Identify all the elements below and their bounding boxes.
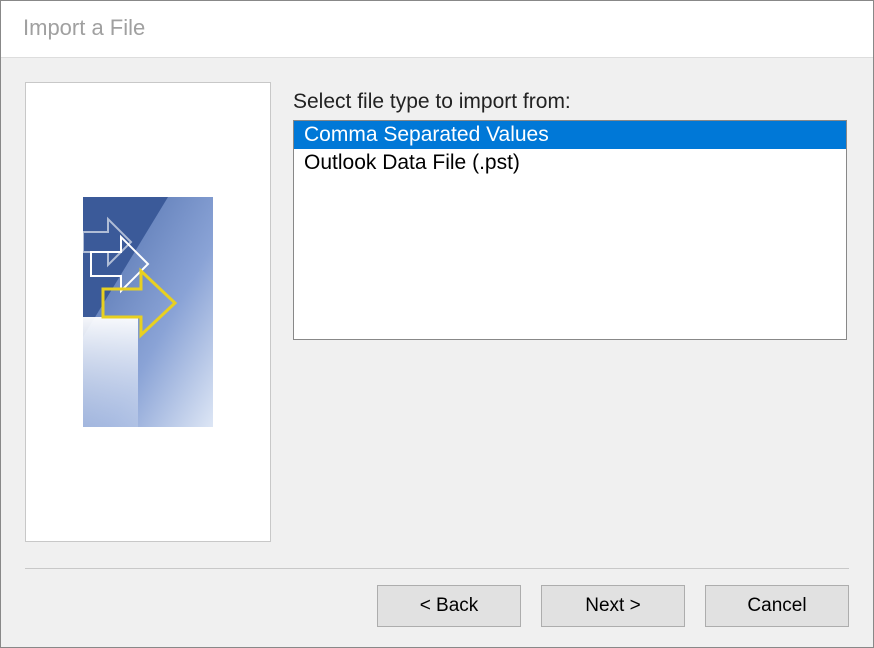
- button-bar: < Back Next > Cancel: [1, 568, 873, 647]
- file-type-listbox[interactable]: Comma Separated Values Outlook Data File…: [293, 120, 847, 340]
- file-type-option-pst[interactable]: Outlook Data File (.pst): [294, 149, 846, 177]
- wizard-buttons: < Back Next > Cancel: [25, 585, 849, 627]
- cancel-button[interactable]: Cancel: [705, 585, 849, 627]
- content-area: Select file type to import from: Comma S…: [1, 57, 873, 568]
- file-type-panel: Select file type to import from: Comma S…: [293, 82, 849, 568]
- wizard-image-panel: [25, 82, 271, 542]
- import-file-wizard-window: Import a File: [0, 0, 874, 648]
- back-button[interactable]: < Back: [377, 585, 521, 627]
- window-title: Import a File: [1, 1, 873, 57]
- next-button[interactable]: Next >: [541, 585, 685, 627]
- import-wizard-graphic: [83, 197, 213, 427]
- prompt-label: Select file type to import from:: [293, 90, 849, 114]
- separator: [25, 568, 849, 569]
- file-type-option-csv[interactable]: Comma Separated Values: [294, 121, 846, 149]
